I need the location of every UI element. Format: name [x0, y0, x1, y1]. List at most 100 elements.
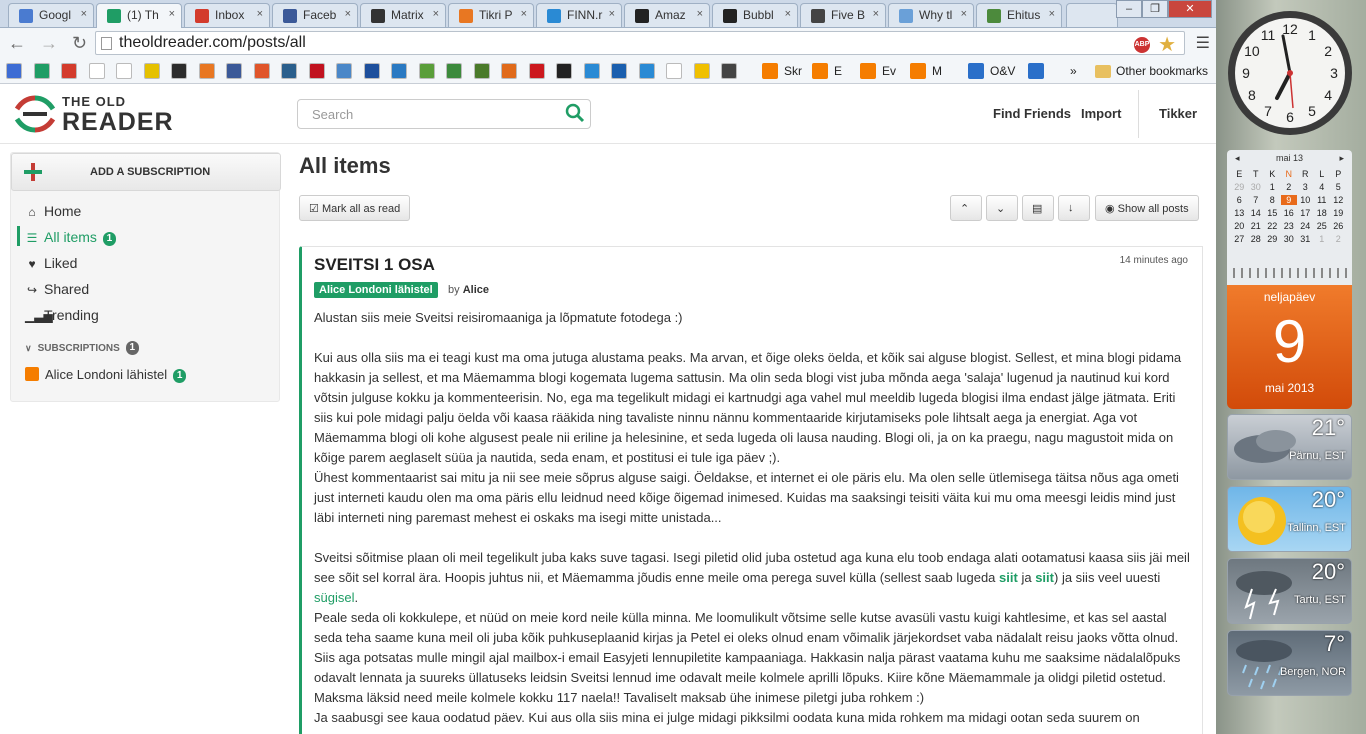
calendar-day-cell[interactable]: 30: [1281, 234, 1298, 244]
bookmark-favicon-icon[interactable]: [1028, 63, 1044, 79]
post-link[interactable]: siit: [999, 570, 1018, 585]
bookmark-label[interactable]: M: [932, 64, 942, 78]
bookmark-favicon-icon[interactable]: [61, 63, 77, 79]
menu-icon[interactable]: ☰: [1196, 33, 1210, 53]
browser-tab[interactable]: Tikri P ×: [448, 3, 534, 27]
browser-tab[interactable]: (1) Th ×: [96, 3, 182, 29]
calendar-day-cell[interactable]: 3: [1297, 182, 1314, 192]
calendar-day-cell[interactable]: 31: [1297, 234, 1314, 244]
calendar-day-cell[interactable]: 11: [1314, 195, 1331, 205]
bookmark-favicon-icon[interactable]: [528, 63, 545, 79]
new-tab-button[interactable]: [1066, 3, 1118, 27]
bookmark-favicon-icon[interactable]: [281, 63, 297, 79]
bookmark-label[interactable]: O&V: [990, 64, 1015, 78]
calendar-day-cell[interactable]: 4: [1314, 182, 1331, 192]
sidebar-item-all-items[interactable]: ☰ All items 1: [25, 229, 116, 246]
calendar-day-cell[interactable]: 13: [1231, 208, 1248, 218]
next-item-button[interactable]: ⌄: [986, 195, 1018, 221]
add-subscription-button[interactable]: ADD A SUBSCRIPTION: [11, 153, 281, 191]
calendar-day-cell[interactable]: 5: [1330, 182, 1347, 192]
bookmark-favicon-icon[interactable]: [693, 63, 710, 79]
chevron-right-icon[interactable]: ▸: [1339, 153, 1344, 164]
old-reader-logo-icon[interactable]: [14, 94, 56, 134]
calendar-day-cell[interactable]: 1: [1314, 234, 1331, 244]
bookmark-favicon-icon[interactable]: [171, 63, 187, 79]
calendar-day-cell[interactable]: 16: [1281, 208, 1298, 218]
calendar-day-cell[interactable]: 8: [1264, 195, 1281, 205]
weather-gadget-bergen[interactable]: 7° Bergen, NOR: [1227, 630, 1352, 696]
close-tab-icon[interactable]: ×: [81, 8, 87, 20]
bookmark-favicon-icon[interactable]: [556, 63, 572, 79]
bookmark-favicon-icon[interactable]: [501, 63, 517, 79]
close-tab-icon[interactable]: ×: [609, 8, 615, 20]
close-tab-icon[interactable]: ×: [433, 8, 439, 20]
calendar-day-cell[interactable]: 29: [1264, 234, 1281, 244]
blogger-icon[interactable]: [860, 63, 876, 79]
close-tab-icon[interactable]: ×: [961, 8, 967, 20]
address-bar[interactable]: theoldreader.com/posts/all ABP ★: [95, 31, 1185, 57]
browser-tab[interactable]: Bubbl ×: [712, 3, 798, 27]
adblock-icon[interactable]: ABP: [1134, 37, 1150, 53]
calendar-day-cell[interactable]: 20: [1231, 221, 1248, 231]
post-link[interactable]: siit: [1035, 570, 1054, 585]
bookmark-favicon-icon[interactable]: [88, 63, 105, 79]
bookmark-favicon-icon[interactable]: [226, 63, 242, 79]
calendar-day-cell[interactable]: 6: [1231, 195, 1248, 205]
calendar-day-cell[interactable]: 21: [1248, 221, 1265, 231]
close-tab-icon[interactable]: ×: [873, 8, 879, 20]
bookmark-favicon-icon[interactable]: [6, 63, 22, 79]
calendar-day-cell[interactable]: 23: [1281, 221, 1298, 231]
calendar-day-cell[interactable]: 27: [1231, 234, 1248, 244]
bookmark-favicon-icon[interactable]: [391, 63, 407, 79]
blogger-icon[interactable]: [762, 63, 778, 79]
bookmark-star-icon[interactable]: ★: [1158, 32, 1176, 57]
close-tab-icon[interactable]: ×: [1049, 8, 1055, 20]
blogger-icon[interactable]: [968, 63, 984, 79]
bookmark-favicon-icon[interactable]: [308, 63, 325, 79]
calendar-day-cell[interactable]: 17: [1297, 208, 1314, 218]
search-input[interactable]: Search: [297, 99, 591, 129]
scroll-down-button[interactable]: ↓: [1058, 195, 1090, 221]
bookmark-favicon-icon[interactable]: [638, 63, 655, 79]
sidebar-item-home[interactable]: ⌂ Home: [25, 203, 81, 219]
calendar-day-cell[interactable]: 7: [1248, 195, 1265, 205]
subscription-item[interactable]: Alice Londoni lähistel 1: [25, 367, 187, 383]
browser-tab[interactable]: Faceb ×: [272, 3, 358, 27]
bookmark-label[interactable]: Skr: [784, 64, 802, 78]
back-icon[interactable]: ←: [8, 33, 26, 54]
calendar-day-cell[interactable]: 2: [1281, 182, 1298, 192]
bookmark-favicon-icon[interactable]: [336, 63, 352, 79]
close-tab-icon[interactable]: ×: [521, 8, 527, 20]
browser-tab[interactable]: Inbox ×: [184, 3, 270, 27]
post-card[interactable]: SVEITSI 1 OSA 14 minutes ago Alice Londo…: [299, 246, 1203, 734]
calendar-day-cell[interactable]: 28: [1248, 234, 1265, 244]
forward-icon[interactable]: →: [40, 33, 58, 54]
sidebar-item-liked[interactable]: ♥ Liked: [25, 255, 77, 271]
bookmark-favicon-icon[interactable]: [473, 63, 490, 79]
post-link[interactable]: sügisel: [314, 590, 354, 605]
close-icon[interactable]: ✕: [1168, 0, 1212, 18]
bookmarks-overflow-button[interactable]: »: [1070, 64, 1077, 78]
browser-tab[interactable]: Amaz ×: [624, 3, 710, 27]
close-tab-icon[interactable]: ×: [697, 8, 703, 20]
find-friends-link[interactable]: Find Friends: [993, 106, 1071, 121]
weather-gadget-tartu[interactable]: 20° Tartu, EST: [1227, 558, 1352, 624]
blogger-icon[interactable]: [910, 63, 926, 79]
calendar-day-cell[interactable]: 30: [1248, 182, 1265, 192]
browser-tab[interactable]: Why tl ×: [888, 3, 974, 27]
calendar-day-cell[interactable]: 24: [1297, 221, 1314, 231]
close-tab-icon[interactable]: ×: [785, 8, 791, 20]
calendar-day-cell[interactable]: 26: [1330, 221, 1347, 231]
calendar-day-cell[interactable]: 25: [1314, 221, 1331, 231]
bookmark-favicon-icon[interactable]: [583, 63, 600, 79]
calendar-day-cell[interactable]: 2: [1330, 234, 1347, 244]
list-view-button[interactable]: ▤: [1022, 195, 1054, 221]
browser-tab[interactable]: Matrix ×: [360, 3, 446, 27]
close-tab-icon[interactable]: ×: [169, 8, 175, 20]
bookmark-favicon-icon[interactable]: [116, 63, 132, 79]
import-link[interactable]: Import: [1081, 106, 1121, 121]
calendar-day-cell[interactable]: 1: [1264, 182, 1281, 192]
subscriptions-header[interactable]: ∨ SUBSCRIPTIONS 1: [25, 341, 139, 355]
close-tab-icon[interactable]: ×: [257, 8, 263, 20]
calendar-day-cell[interactable]: 15: [1264, 208, 1281, 218]
